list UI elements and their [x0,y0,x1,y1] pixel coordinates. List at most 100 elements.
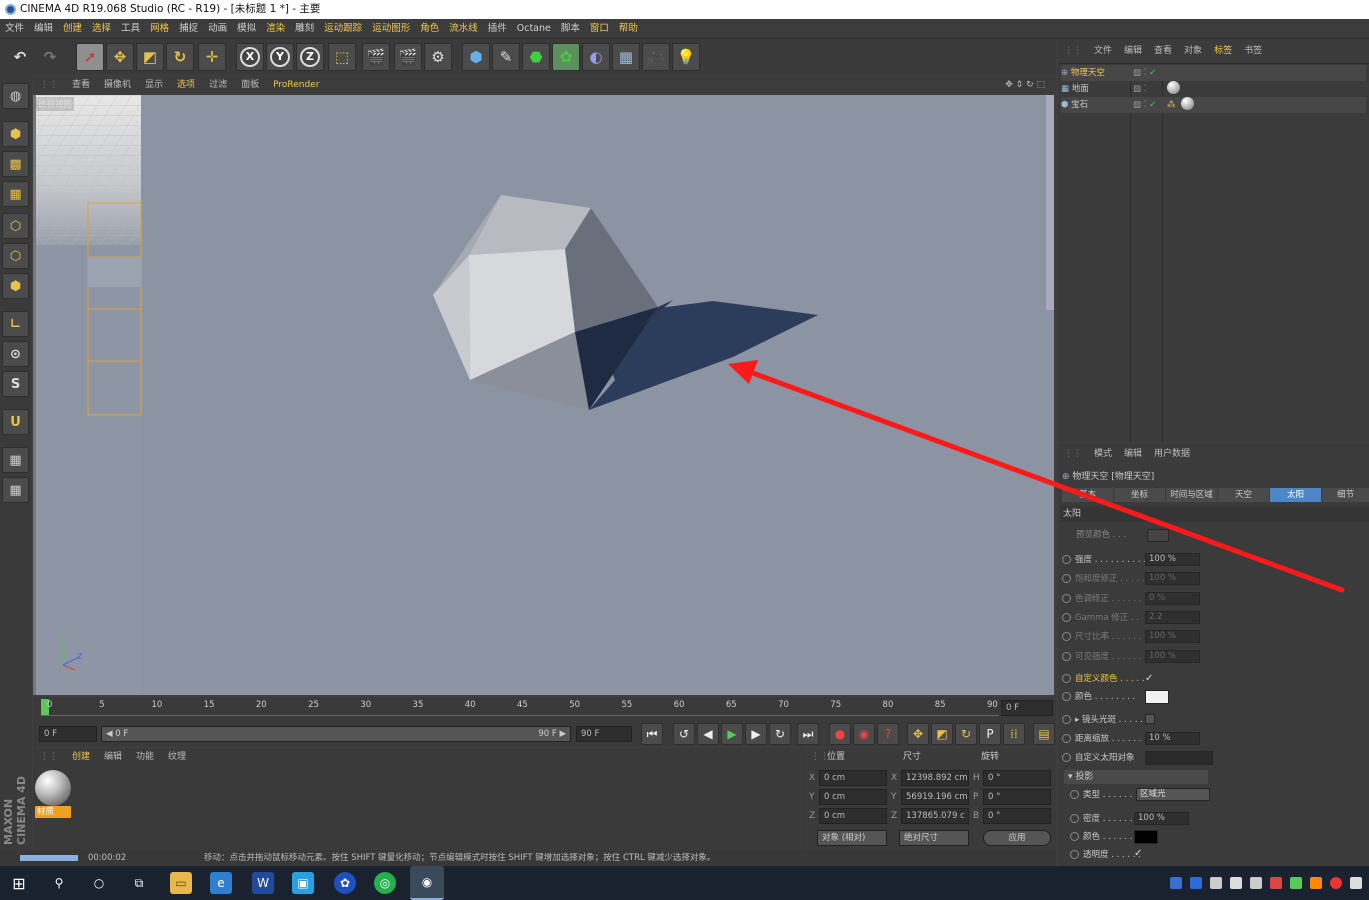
start-frame-field[interactable]: 0 F [39,726,97,742]
go-to-end-icon[interactable]: ⏭ [797,723,819,745]
phong-tag-icon[interactable]: ⁂ [1167,97,1176,113]
custom-color-row[interactable]: 自定义颜色 . . . . . [1062,671,1145,687]
position-field[interactable]: 0 cm [819,770,887,786]
cube-primitive-icon[interactable]: ⬢ [462,43,490,71]
menu-create[interactable]: 创建 [58,19,87,39]
display-tray-icon[interactable] [1210,877,1222,889]
mat-menu-edit[interactable]: 编辑 [97,748,129,766]
floor-scene-icon[interactable]: ▦ [612,43,640,71]
points-mode-icon[interactable]: ⬡ [2,213,29,239]
menu-animate[interactable]: 动画 [203,19,232,39]
move-icon[interactable]: ✥ [106,43,134,71]
custom-color-checkbox[interactable]: ✓ [1145,673,1153,684]
object-row-floor[interactable]: ▦ 地面 ▨ ⁚ [1061,81,1366,97]
material-swatch[interactable]: 材质 [35,770,73,820]
y-axis-lock-icon[interactable]: Y [266,43,294,71]
menu-file[interactable]: 文件 [0,19,29,39]
end-frame-field[interactable]: 90 F [576,726,632,742]
solo-mode-icon[interactable]: S [2,371,29,397]
menu-mograph[interactable]: 运动图形 [367,19,415,39]
axis-mode-icon[interactable]: ∟ [2,311,29,337]
cloner-icon[interactable]: ✿ [552,43,580,71]
tray-app-record-icon[interactable] [1330,877,1342,889]
file-explorer-icon[interactable]: ▭ [170,872,192,894]
size-field[interactable]: 137865.079 c [901,808,969,824]
model-mode-icon[interactable]: ⬢ [2,121,29,147]
shadow-section-header[interactable]: ▾ 投影 [1064,770,1208,784]
previous-key-icon[interactable]: ↺ [673,723,695,745]
menu-window[interactable]: 窗口 [585,19,614,39]
object-name[interactable]: 地面 [1072,84,1089,94]
planar-workplane-icon[interactable]: ▦ [2,477,29,503]
vp-menu-prorender[interactable]: ProRender [266,76,326,94]
menu-simulate[interactable]: 模拟 [232,19,261,39]
menu-script[interactable]: 脚本 [556,19,585,39]
coord-mode-dropdown[interactable]: 对象 (相对) [817,830,887,846]
shadow-type-dropdown[interactable]: 区域光 [1136,788,1210,801]
visibility-icon[interactable]: ▨ ⁚ ✓ [1133,65,1156,81]
menu-pipeline[interactable]: 流水线 [444,19,483,39]
tray-app-red-icon[interactable] [1270,877,1282,889]
frame-range-slider[interactable]: ◀ 0 F 90 F ▶ [101,726,571,742]
material-name[interactable]: 材质 [35,806,71,818]
visibility-icon[interactable]: ▨ ⁚ [1133,81,1146,97]
z-axis-lock-icon[interactable]: Z [296,43,324,71]
density-field[interactable]: 100 % [1134,812,1189,825]
tab-sun[interactable]: 太阳 [1270,488,1321,502]
obj-menu-view[interactable]: 查看 [1148,40,1178,62]
snap-icon[interactable]: U [2,409,29,435]
viewport-scrollbar[interactable] [1046,95,1054,310]
vp-menu-panel[interactable]: 面板 [234,76,266,94]
menu-help[interactable]: 帮助 [614,19,643,39]
texture-mode-icon[interactable]: ▩ [2,151,29,177]
obj-menu-tags[interactable]: 标签 [1208,40,1238,62]
recent-tool-icon[interactable]: ✛ [198,43,226,71]
undo-icon[interactable]: ↶ [6,43,34,71]
shadow-color-swatch[interactable] [1134,830,1158,844]
key-rotation-icon[interactable]: ↻ [955,723,977,745]
menu-snap[interactable]: 捕捉 [174,19,203,39]
material-tag-icon[interactable] [1167,81,1180,94]
cinema4d-taskbar-icon[interactable]: ◉ [410,866,444,900]
obj-menu-file[interactable]: 文件 [1088,40,1118,62]
menu-mesh[interactable]: 网格 [145,19,174,39]
x-axis-lock-icon[interactable]: X [236,43,264,71]
menu-plugins[interactable]: 插件 [483,19,512,39]
attr-menu-mode[interactable]: 模式 [1088,443,1118,465]
mat-menu-create[interactable]: 创建 [65,748,97,766]
auto-keyframe-icon[interactable]: ◉ [853,723,875,745]
size-field[interactable]: 12398.892 cm [901,770,969,786]
windows-start-icon[interactable]: ⊞ [8,872,30,894]
position-field[interactable]: 0 cm [819,789,887,805]
record-keyframe-icon[interactable]: ● [829,723,851,745]
tray-app-white-icon[interactable] [1350,877,1362,889]
wechat-icon[interactable]: ◎ [374,872,396,894]
transparency-checkbox[interactable]: ✓ [1134,848,1142,859]
tray-app-orange-icon[interactable] [1310,877,1322,889]
sun-param-value[interactable]: 100 % [1145,553,1200,566]
deformer-icon[interactable]: ◐ [582,43,610,71]
menu-sculpt[interactable]: 雕刻 [290,19,319,39]
menu-octane[interactable]: Octane [512,19,556,39]
render-picture-viewer-icon[interactable]: 🎬 [394,43,422,71]
menu-select[interactable]: 选择 [87,19,116,39]
apply-button[interactable]: 应用 [983,830,1051,846]
lens-flare-row[interactable]: ▸ 镜头光斑 . . . . . . [1062,712,1148,728]
current-frame-field[interactable]: 0 F [1001,700,1053,716]
vp-menu-filter[interactable]: 过滤 [202,76,234,94]
keyframe-selection-icon[interactable]: ? [877,723,899,745]
attr-menu-userdata[interactable]: 用户数据 [1148,443,1196,465]
size-field[interactable]: 56919.196 cm [901,789,969,805]
tab-time-location[interactable]: 时间与区域 [1166,488,1217,502]
subdivision-surface-icon[interactable]: ⬣ [522,43,550,71]
task-view-icon[interactable]: ⧉ [128,872,150,894]
make-editable-icon[interactable]: ◍ [2,83,29,109]
workplane-lock-icon[interactable]: ▦ [2,447,29,473]
attr-menu-edit[interactable]: 编辑 [1118,443,1148,465]
play-icon[interactable]: ▶ [721,723,743,745]
vp-menu-display[interactable]: 显示 [138,76,170,94]
search-icon[interactable]: ⚲ [48,872,70,894]
sun-param-value[interactable]: 100 % [1145,572,1200,586]
next-key-icon[interactable]: ↻ [769,723,791,745]
pen-spline-icon[interactable]: ✎ [492,43,520,71]
